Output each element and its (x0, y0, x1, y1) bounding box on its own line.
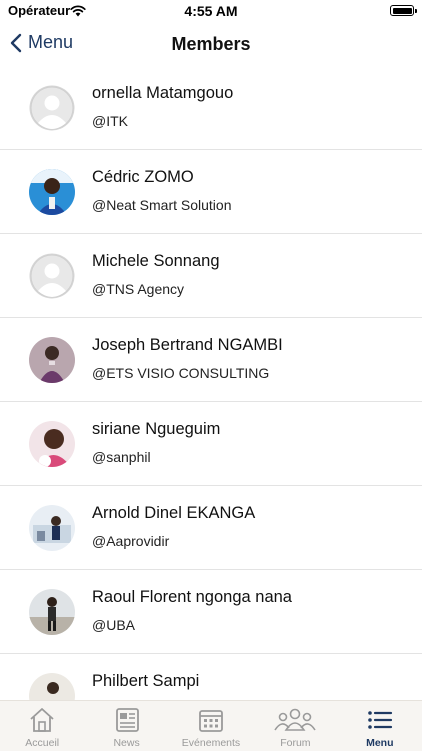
avatar-photo (29, 337, 75, 383)
avatar-placeholder-icon (29, 253, 75, 299)
member-organization: @sanphil (92, 449, 151, 465)
tab-label: Menu (366, 737, 394, 749)
member-row[interactable]: Cédric ZOMO @Neat Smart Solution (0, 150, 422, 234)
member-name: Michele Sonnang (92, 252, 220, 270)
avatar-photo (29, 505, 75, 551)
member-organization: @Aaprovidir (92, 533, 170, 549)
member-organization: @ETS VISIO CONSULTING (92, 365, 270, 381)
tab-label: News (113, 737, 140, 749)
member-row[interactable]: Michele Sonnang @TNS Agency (0, 234, 422, 318)
page-title: Members (171, 34, 251, 54)
member-row[interactable]: Arnold Dinel EKANGA @Aaprovidir (0, 486, 422, 570)
members-list[interactable]: ornella Matamgouo @ITK Cédric ZOMO @Neat… (0, 66, 422, 700)
news-icon (112, 706, 142, 739)
member-organization: @TNS Agency (92, 281, 185, 297)
calendar-icon (196, 706, 226, 739)
battery-icon (390, 5, 417, 16)
avatar-photo (29, 169, 75, 215)
tab-evenements[interactable]: Evénements (169, 701, 253, 751)
home-icon (27, 706, 57, 739)
member-row[interactable]: ornella Matamgouo @ITK (0, 66, 422, 150)
clock: 4:55 AM (184, 3, 238, 19)
avatar-photo (29, 589, 75, 635)
member-name: Raoul Florent ngonga nana (92, 588, 292, 606)
member-name: Cédric ZOMO (92, 168, 194, 186)
member-row[interactable]: Joseph Bertrand NGAMBI @ETS VISIO CONSUL… (0, 318, 422, 402)
tab-menu[interactable]: Menu (338, 701, 422, 751)
tab-label: Accueil (25, 737, 60, 749)
tab-label: Forum (280, 737, 311, 749)
menu-icon (365, 706, 395, 739)
status-bar: Opérateur 4:55 AM (0, 0, 422, 24)
avatar-photo (29, 673, 75, 700)
member-row[interactable]: Raoul Florent ngonga nana @UBA (0, 570, 422, 654)
tab-bar: Accueil News Evénements Forum Menu (0, 700, 422, 751)
tab-news[interactable]: News (84, 701, 168, 751)
tab-accueil[interactable]: Accueil (0, 701, 84, 751)
tab-label: Evénements (181, 737, 241, 749)
group-icon (272, 706, 318, 739)
member-name: Joseph Bertrand NGAMBI (92, 336, 283, 354)
member-name: Arnold Dinel EKANGA (92, 504, 256, 522)
avatar-placeholder-icon (29, 85, 75, 131)
member-name: siriane Ngueguim (92, 420, 221, 438)
member-row[interactable]: Philbert Sampi (0, 654, 422, 700)
tab-forum[interactable]: Forum (253, 701, 337, 751)
navigation-bar: Menu Members (0, 24, 422, 66)
member-organization: @Neat Smart Solution (92, 197, 232, 213)
avatar-photo (29, 421, 75, 467)
member-name: Philbert Sampi (92, 672, 200, 690)
member-name: ornella Matamgouo (92, 84, 234, 102)
member-organization: @UBA (92, 617, 135, 633)
member-organization: @ITK (92, 113, 128, 129)
member-row[interactable]: siriane Ngueguim @sanphil (0, 402, 422, 486)
